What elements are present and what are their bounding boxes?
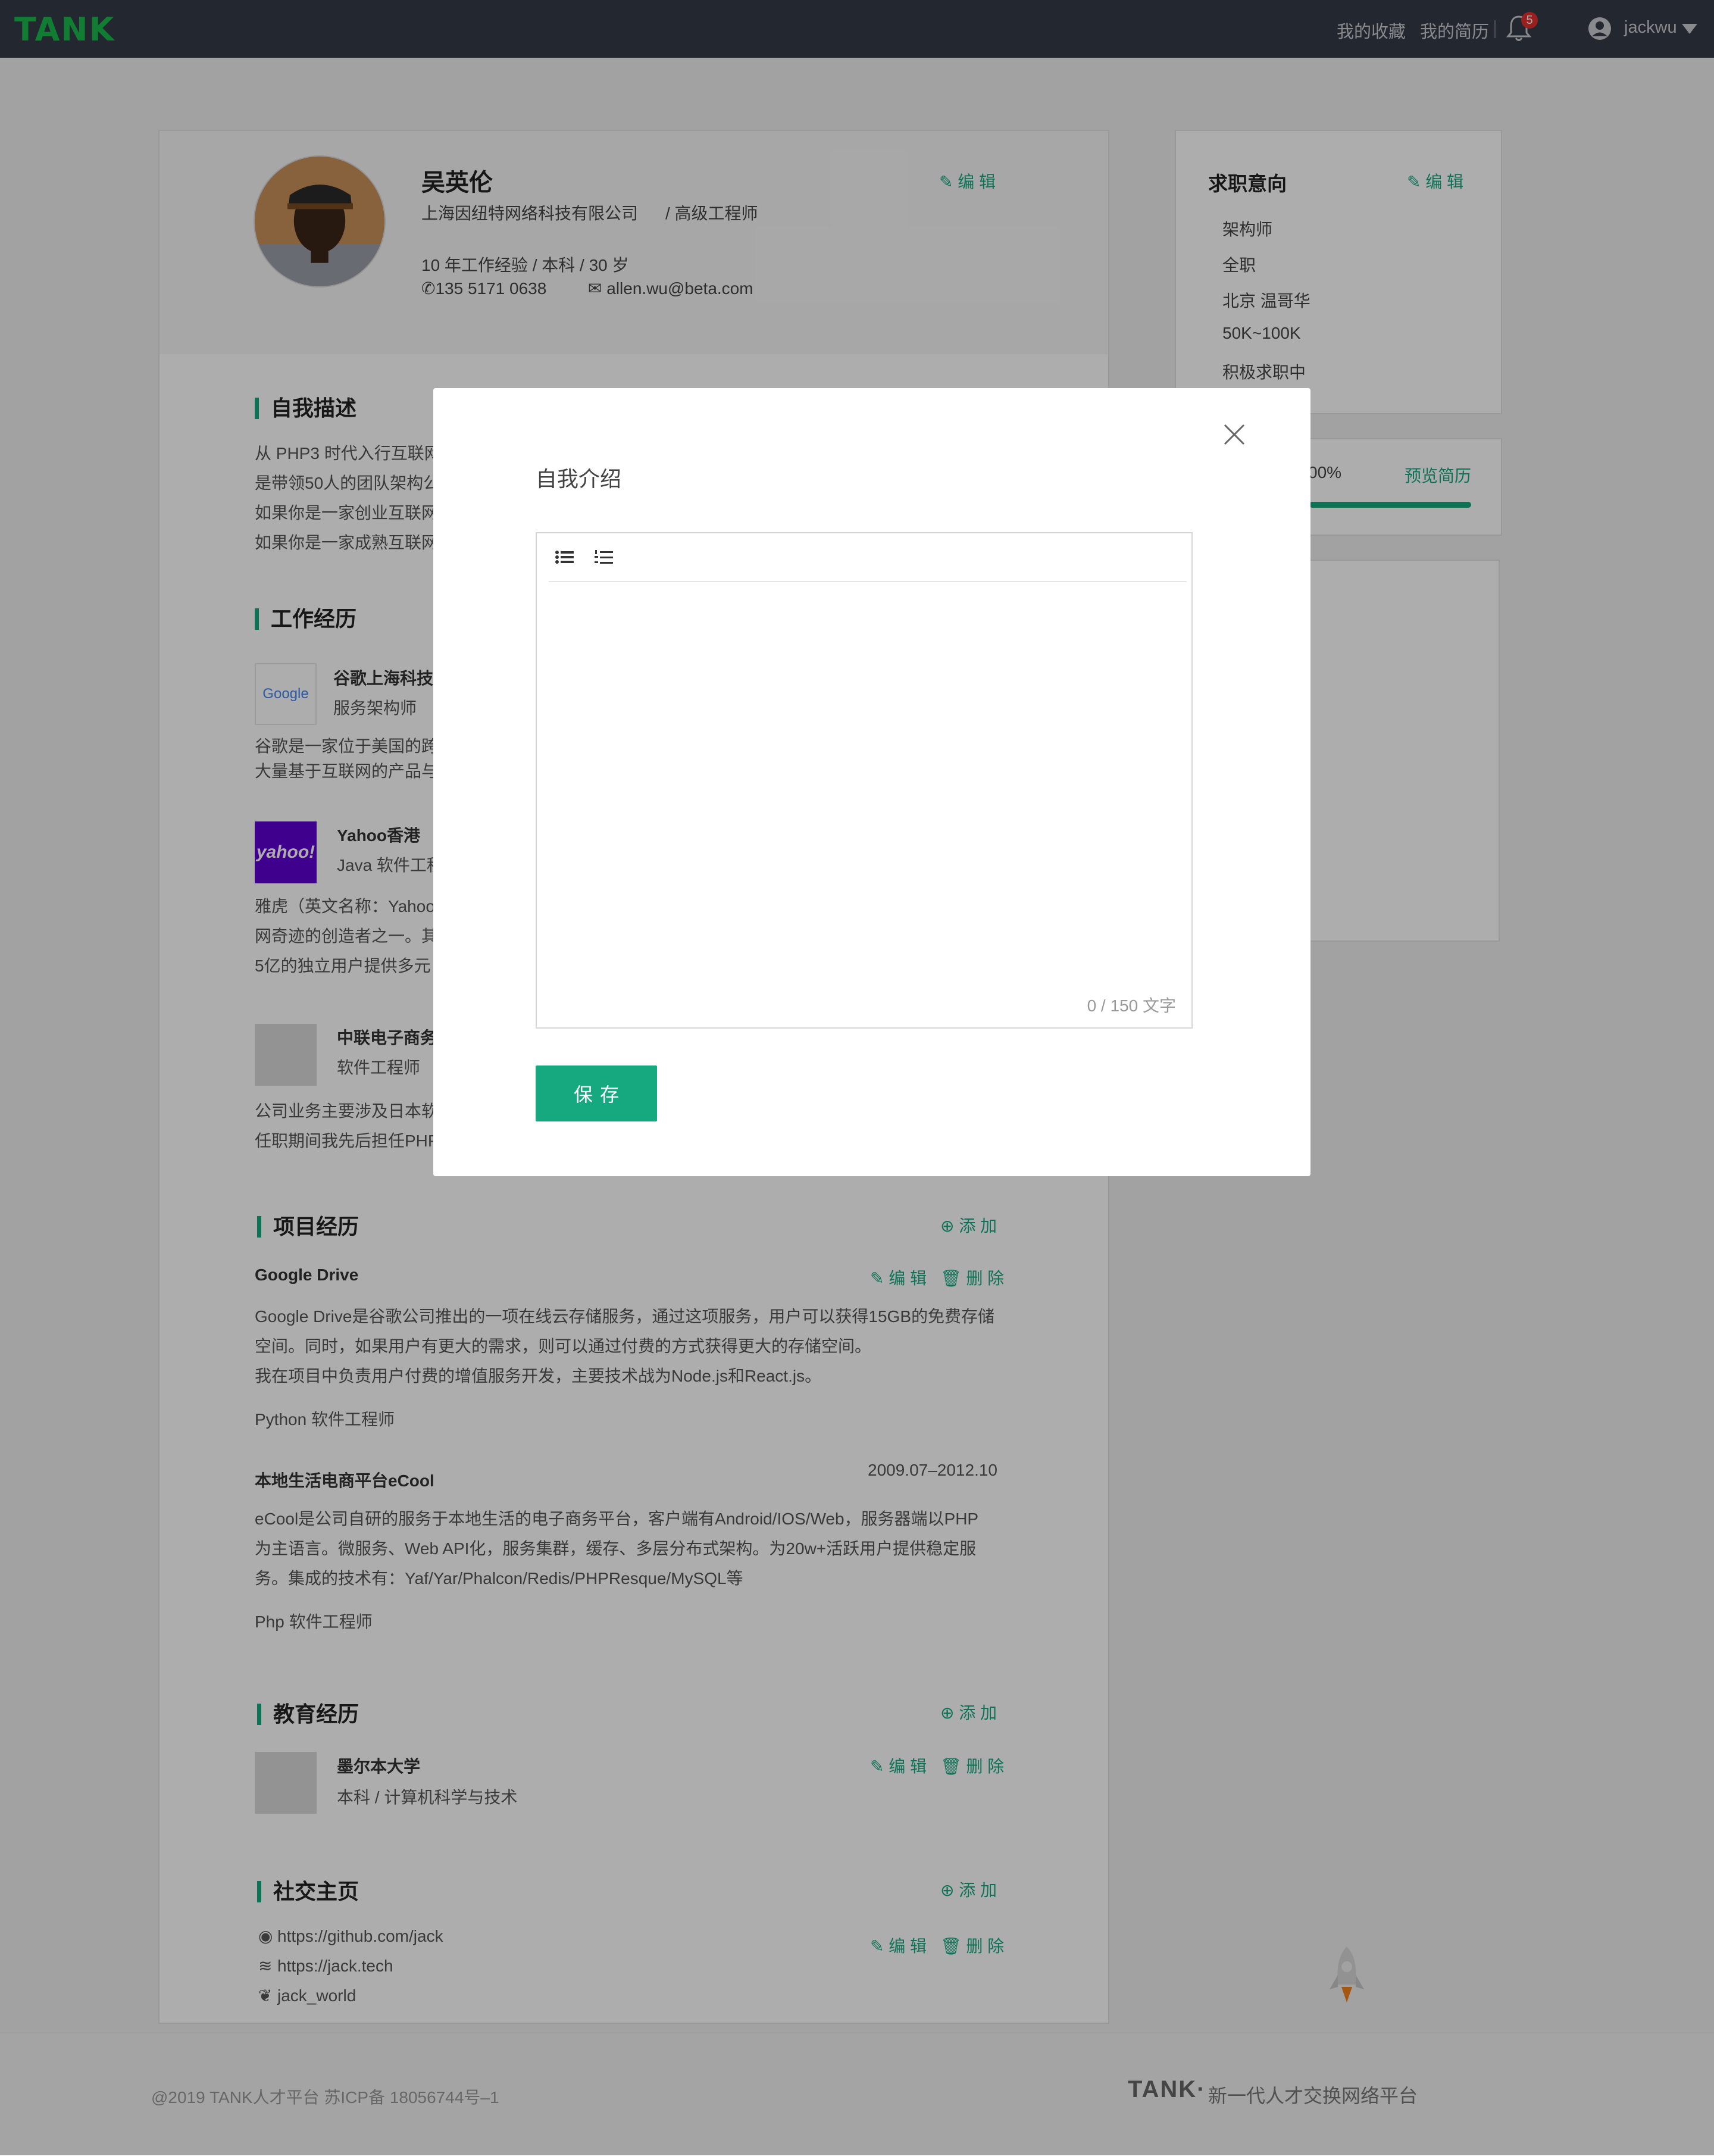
modal-title: 自我介绍	[536, 467, 622, 491]
close-icon[interactable]	[1221, 421, 1247, 448]
char-counter: 0 / 150 文字	[1087, 996, 1176, 1015]
save-button[interactable]: 保存	[536, 1065, 657, 1121]
editor-toolbar-divider	[549, 581, 1187, 582]
numbered-list-icon[interactable]	[593, 545, 617, 569]
bulleted-list-icon[interactable]	[553, 545, 577, 569]
rich-text-editor[interactable]	[536, 532, 1193, 1029]
